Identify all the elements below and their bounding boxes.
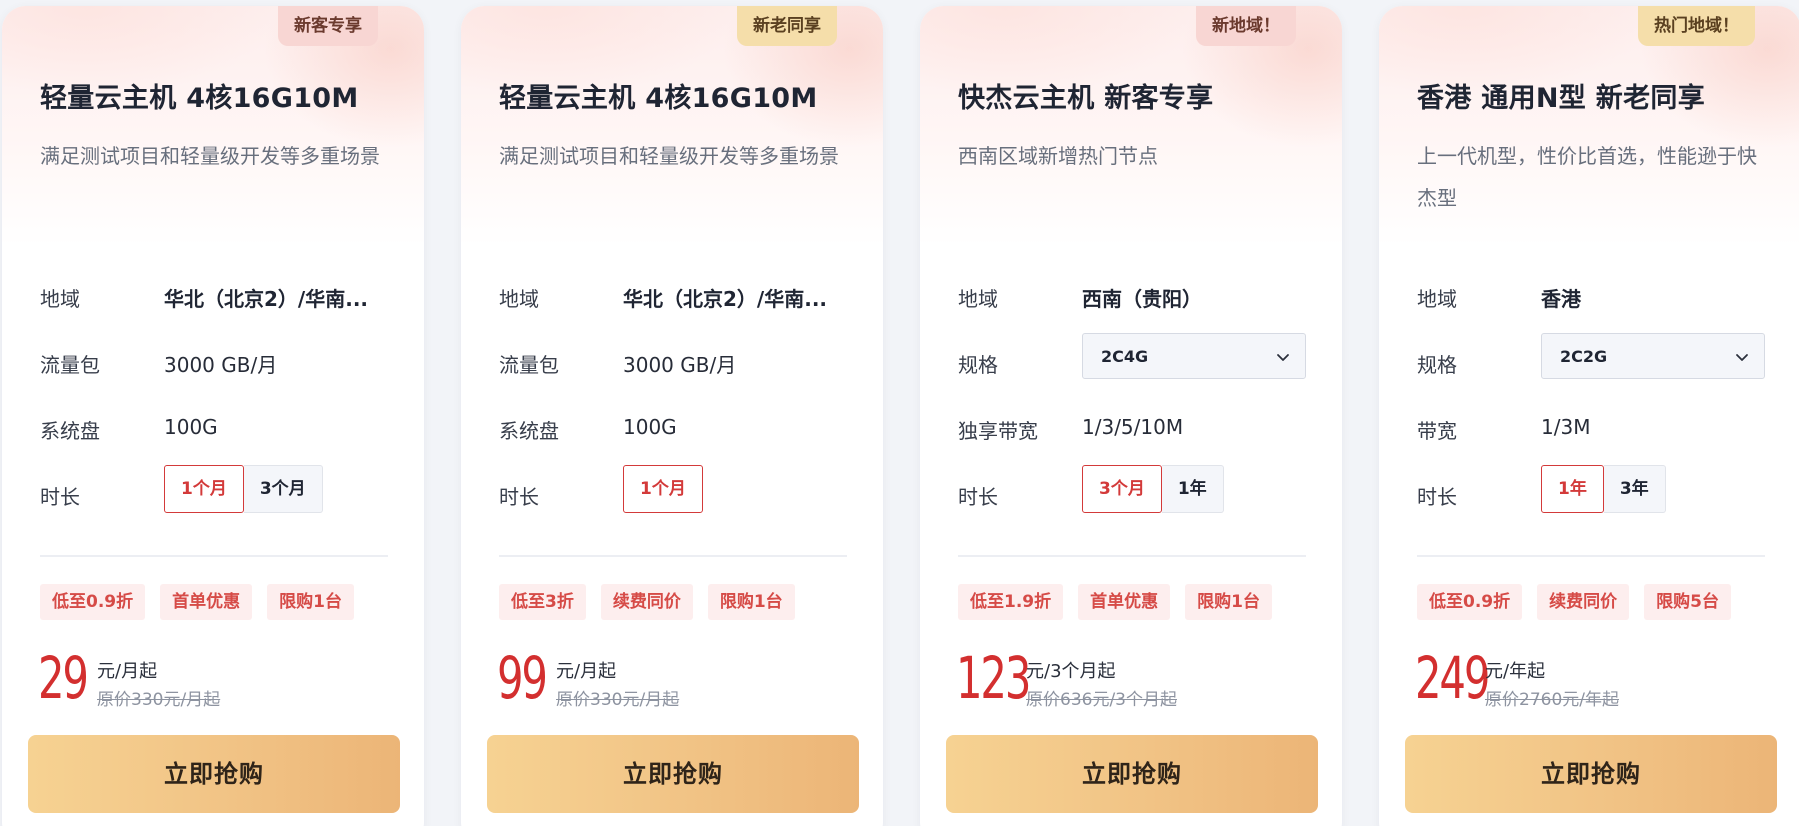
spec-value-bandwidth: 1/3M bbox=[1541, 415, 1591, 439]
duration-label: 时长 bbox=[958, 485, 998, 509]
promo-tag: 低至3折 bbox=[499, 584, 586, 620]
product-card: 热门地域！ 香港 通用N型 新老同享 上一代机型，性价比首选，性能逊于快杰型 地… bbox=[1379, 6, 1799, 826]
duration-option[interactable]: 3年 bbox=[1603, 465, 1666, 513]
duration-option[interactable]: 3个月 bbox=[243, 465, 323, 513]
product-title: 快杰云主机 新客专享 bbox=[958, 83, 1214, 114]
price-unit: 元/月起 bbox=[97, 661, 158, 682]
promo-badge: 新老同享 bbox=[737, 6, 837, 46]
spec-label-bandwidth: 独享带宽 bbox=[958, 419, 1038, 443]
original-price: 原价330元/月起 bbox=[556, 690, 680, 710]
spec-value-region: 华北（北京2）/华南... bbox=[164, 287, 369, 311]
spec-select[interactable]: 2C2G bbox=[1541, 333, 1765, 379]
product-card: 新客专享 轻量云主机 4核16G10M 满足测试项目和轻量级开发等多重场景 地域… bbox=[2, 6, 424, 826]
chevron-down-icon bbox=[1277, 354, 1289, 361]
spec-value-region: 华北（北京2）/华南... bbox=[623, 287, 828, 311]
promo-badge: 新地域！ bbox=[1196, 6, 1296, 46]
promo-tags: 低至1.9折 首单优惠 限购1台 bbox=[958, 584, 1287, 620]
duration-option-selected[interactable]: 1个月 bbox=[164, 465, 244, 513]
divider bbox=[958, 555, 1306, 557]
divider bbox=[40, 555, 388, 557]
duration-selector: 1个月 3个月 bbox=[164, 465, 323, 513]
promo-tag: 续费同价 bbox=[1537, 584, 1630, 620]
spec-label-traffic: 流量包 bbox=[499, 353, 559, 377]
spec-label-bandwidth: 带宽 bbox=[1417, 419, 1457, 443]
duration-selector: 3个月 1年 bbox=[1082, 465, 1224, 513]
spec-label-region: 地域 bbox=[958, 287, 998, 311]
original-price: 原价2760元/年起 bbox=[1485, 690, 1619, 710]
spec-label-traffic: 流量包 bbox=[40, 353, 100, 377]
duration-option-selected[interactable]: 1年 bbox=[1541, 465, 1604, 513]
duration-option-selected[interactable]: 3个月 bbox=[1082, 465, 1162, 513]
product-title: 轻量云主机 4核16G10M bbox=[499, 83, 818, 114]
promo-tag: 首单优惠 bbox=[1078, 584, 1171, 620]
buy-now-button[interactable]: 立即抢购 bbox=[487, 735, 859, 813]
product-description: 满足测试项目和轻量级开发等多重场景 bbox=[40, 144, 380, 168]
promo-badge: 新客专享 bbox=[278, 6, 378, 46]
promo-tags: 低至0.9折 续费同价 限购5台 bbox=[1417, 584, 1746, 620]
product-description: 西南区域新增热门节点 bbox=[958, 144, 1158, 168]
spec-select[interactable]: 2C4G bbox=[1082, 333, 1306, 379]
duration-selector: 1年 3年 bbox=[1541, 465, 1666, 513]
spec-label-region: 地域 bbox=[1417, 287, 1457, 311]
buy-now-button[interactable]: 立即抢购 bbox=[28, 735, 400, 813]
spec-label-disk: 系统盘 bbox=[40, 419, 100, 443]
promo-tag: 低至0.9折 bbox=[1417, 584, 1523, 620]
spec-value-disk: 100G bbox=[623, 415, 677, 439]
price-amount: 249 bbox=[1415, 644, 1490, 712]
price-amount: 29 bbox=[38, 644, 89, 712]
product-description: 满足测试项目和轻量级开发等多重场景 bbox=[499, 144, 839, 168]
buy-now-button[interactable]: 立即抢购 bbox=[1405, 735, 1777, 813]
promo-tag: 低至1.9折 bbox=[958, 584, 1064, 620]
spec-label-region: 地域 bbox=[40, 287, 80, 311]
spec-value-traffic: 3000 GB/月 bbox=[164, 353, 278, 377]
product-card: 新老同享 轻量云主机 4核16G10M 满足测试项目和轻量级开发等多重场景 地域… bbox=[461, 6, 883, 826]
duration-label: 时长 bbox=[1417, 485, 1457, 509]
duration-option[interactable]: 1年 bbox=[1161, 465, 1224, 513]
promo-tag: 首单优惠 bbox=[160, 584, 253, 620]
promo-tag: 续费同价 bbox=[600, 584, 693, 620]
divider bbox=[499, 555, 847, 557]
spec-value-region: 香港 bbox=[1541, 287, 1581, 311]
product-card-list: 新客专享 轻量云主机 4核16G10M 满足测试项目和轻量级开发等多重场景 地域… bbox=[0, 0, 1799, 826]
promo-tag: 限购1台 bbox=[1185, 584, 1272, 620]
promo-tag: 限购5台 bbox=[1644, 584, 1731, 620]
duration-label: 时长 bbox=[499, 485, 539, 509]
price-amount: 99 bbox=[497, 644, 548, 712]
promo-tags: 低至0.9折 首单优惠 限购1台 bbox=[40, 584, 369, 620]
promo-tag: 限购1台 bbox=[267, 584, 354, 620]
spec-label-region: 地域 bbox=[499, 287, 539, 311]
divider bbox=[1417, 555, 1765, 557]
promo-badge: 热门地域！ bbox=[1638, 6, 1755, 46]
promo-tag: 限购1台 bbox=[707, 584, 795, 620]
price-unit: 元/3个月起 bbox=[1026, 661, 1116, 682]
spec-value-bandwidth: 1/3/5/10M bbox=[1082, 415, 1184, 439]
spec-select-value: 2C2G bbox=[1560, 347, 1608, 366]
spec-value-traffic: 3000 GB/月 bbox=[623, 353, 737, 377]
promo-tags: 低至3折 续费同价 限购1台 bbox=[499, 584, 810, 620]
product-title: 轻量云主机 4核16G10M bbox=[40, 83, 359, 114]
buy-now-button[interactable]: 立即抢购 bbox=[946, 735, 1318, 813]
spec-label-spec: 规格 bbox=[958, 353, 998, 377]
spec-select-value: 2C4G bbox=[1101, 347, 1149, 366]
spec-value-disk: 100G bbox=[164, 415, 218, 439]
original-price: 原价636元/3个月起 bbox=[1026, 690, 1177, 710]
chevron-down-icon bbox=[1736, 354, 1748, 361]
spec-label-spec: 规格 bbox=[1417, 353, 1457, 377]
price-unit: 元/年起 bbox=[1485, 661, 1546, 682]
promo-tag: 低至0.9折 bbox=[40, 584, 146, 620]
product-description: 上一代机型，性价比首选，性能逊于快杰型 bbox=[1417, 144, 1757, 210]
duration-option-selected[interactable]: 1个月 bbox=[623, 465, 703, 513]
spec-label-disk: 系统盘 bbox=[499, 419, 559, 443]
product-card: 新地域！ 快杰云主机 新客专享 西南区域新增热门节点 地域 西南（贵阳） 规格 … bbox=[920, 6, 1342, 826]
price-amount: 123 bbox=[956, 644, 1031, 712]
price-unit: 元/月起 bbox=[556, 661, 617, 682]
duration-selector: 1个月 bbox=[623, 465, 703, 513]
product-title: 香港 通用N型 新老同享 bbox=[1417, 83, 1705, 114]
spec-value-region: 西南（贵阳） bbox=[1082, 287, 1202, 311]
original-price: 原价330元/月起 bbox=[97, 690, 221, 710]
duration-label: 时长 bbox=[40, 485, 80, 509]
